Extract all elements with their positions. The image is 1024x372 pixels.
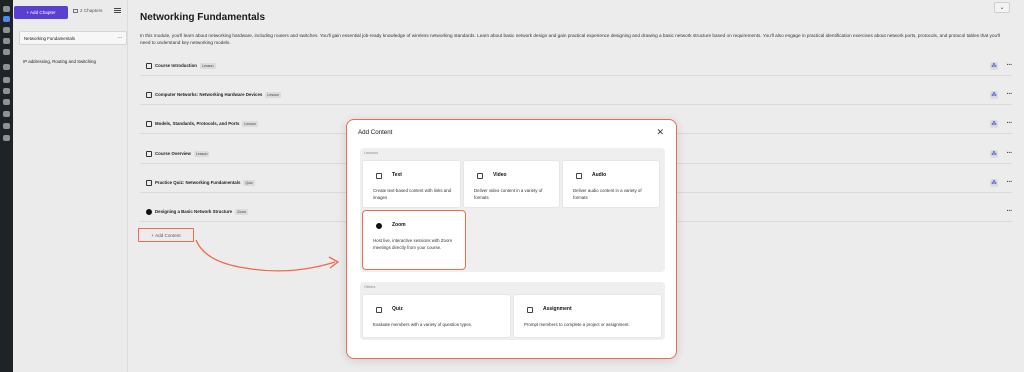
card-title: Text	[392, 172, 402, 178]
quiz-icon	[376, 307, 382, 313]
card-title: Zoom	[392, 222, 406, 228]
key-icon[interactable]	[3, 77, 10, 83]
lesson-icon	[146, 62, 152, 69]
lesson-tag: Lesson	[199, 62, 216, 69]
lesson-title: Course Introduction	[155, 63, 197, 68]
add-content-button[interactable]: + Add Content	[138, 228, 194, 242]
card-description: Create text-based content with links and…	[373, 188, 452, 200]
chapter-title: IP addressing, Routing and Switching	[23, 58, 96, 64]
more-icon[interactable]: ···	[1007, 120, 1013, 127]
lesson-title: Course Overview	[155, 151, 191, 156]
lesson-icon	[146, 150, 152, 157]
lesson-title: Designing a Basic Network Structure	[155, 209, 233, 214]
chapter-title: Networking Fundamentals	[24, 35, 76, 41]
lesson-tag: Lesson	[193, 150, 210, 157]
more-icon[interactable]: ···	[1007, 179, 1013, 186]
lesson-tag: Zoom	[235, 208, 249, 215]
app-rail	[0, 0, 13, 372]
card-title: Video	[493, 172, 507, 178]
text-icon	[376, 173, 382, 179]
wrench-icon[interactable]	[3, 111, 10, 117]
card-description: Prompt members to complete a project or …	[524, 322, 630, 327]
lesson-title: Computer Networks: Networking Hardware D…	[155, 92, 263, 97]
tag-icon[interactable]	[3, 49, 10, 55]
branch-icon[interactable]: ⁂	[990, 61, 998, 70]
chapter-item[interactable]: IP addressing, Routing and Switching	[19, 54, 127, 68]
chapter-item[interactable]: Networking Fundamentals ···	[19, 31, 127, 45]
branch-icon[interactable]: ⁂	[990, 90, 998, 99]
card-title: Assignment	[543, 306, 572, 312]
lesson-tag: Lesson	[265, 91, 281, 98]
lesson-row[interactable]: Computer Networks: Networking Hardware D…	[140, 85, 1012, 105]
zoom-icon	[376, 223, 382, 229]
video-card[interactable]: Video Deliver video content in a variety…	[463, 160, 560, 208]
add-chapter-label: + Add Chapter	[26, 10, 56, 15]
chapters-count-label: 2 Chapters	[80, 8, 103, 13]
text-card[interactable]: Text Create text-based content with link…	[362, 160, 461, 208]
more-icon[interactable]: ···	[1007, 150, 1013, 157]
lesson-row[interactable]: Course Introduction Lesson ⁂ ···	[140, 56, 1012, 76]
chapters-count: 2 Chapters	[73, 8, 102, 13]
add-content-label: + Add Content	[151, 232, 181, 238]
zoom-card[interactable]: Zoom Host live, interactive sessions wit…	[362, 210, 466, 270]
branch-icon[interactable]: ⁂	[990, 119, 998, 128]
chapters-icon	[73, 8, 78, 13]
card-description: Evaluate members with a variety of quest…	[373, 322, 473, 327]
section-label: Others	[364, 285, 376, 289]
card-title: Quiz	[392, 306, 403, 312]
lessons-section: Lessons Text Create text-based content w…	[360, 148, 665, 272]
book-icon[interactable]	[3, 38, 10, 44]
close-icon[interactable]: ✕	[656, 128, 664, 137]
lesson-icon	[146, 91, 152, 98]
add-chapter-button[interactable]: + Add Chapter	[14, 6, 68, 19]
course-icon[interactable]	[3, 16, 10, 22]
link-icon[interactable]	[3, 88, 10, 94]
audio-icon	[576, 173, 582, 179]
video-icon	[477, 173, 483, 179]
lesson-title: Practice Quiz: Networking Fundamentals	[155, 180, 241, 185]
page-title: Networking Fundamentals	[140, 12, 266, 23]
branch-icon[interactable]: ⁂	[990, 178, 998, 187]
more-icon[interactable]: ···	[1007, 62, 1013, 69]
card-description: Deliver video content in a variety of fo…	[474, 188, 543, 200]
more-icon[interactable]: ···	[1007, 91, 1013, 98]
lesson-title: Models, Standards, Protocols, and Ports	[155, 121, 240, 126]
others-section: Others Quiz Evaluate members with a vari…	[360, 282, 665, 340]
chevron-down-icon[interactable]: ⌄	[994, 2, 1010, 13]
assignment-card[interactable]: Assignment Prompt members to complete a …	[513, 294, 662, 338]
pen-icon[interactable]	[3, 6, 10, 12]
modal-title: Add Content	[358, 129, 393, 136]
more-icon[interactable]: ···	[118, 35, 123, 41]
card-title: Audio	[592, 172, 607, 178]
branch-icon[interactable]: ⁂	[990, 149, 998, 158]
quiz-icon	[146, 179, 152, 186]
section-label: Lessons	[364, 151, 379, 155]
copy-icon[interactable]	[3, 27, 10, 33]
lesson-icon	[146, 120, 152, 127]
lesson-tag: Quiz	[243, 179, 255, 186]
chapter-description: In this module, you'll learn about netwo…	[140, 33, 1001, 46]
chapter-sidebar: + Add Chapter 2 Chapters Networking Fund…	[13, 0, 128, 372]
user-icon[interactable]	[3, 99, 10, 105]
add-content-modal: Add Content ✕ Lessons Text Create text-b…	[346, 119, 677, 359]
audio-card[interactable]: Audio Deliver audio content in a variety…	[562, 160, 660, 208]
zoom-icon	[146, 208, 152, 215]
chart-icon[interactable]	[3, 123, 10, 129]
globe-icon[interactable]	[3, 64, 10, 70]
gear-icon[interactable]	[3, 135, 10, 141]
lesson-tag: Lesson	[242, 120, 259, 127]
collapse-sidebar-icon[interactable]	[114, 7, 121, 14]
card-description: Deliver audio content in a variety of fo…	[573, 188, 642, 200]
assignment-icon	[527, 307, 533, 313]
more-icon[interactable]: ···	[1007, 208, 1013, 215]
card-description: Host live, interactive sessions with Zoo…	[373, 238, 453, 250]
quiz-card[interactable]: Quiz Evaluate members with a variety of …	[362, 294, 511, 338]
